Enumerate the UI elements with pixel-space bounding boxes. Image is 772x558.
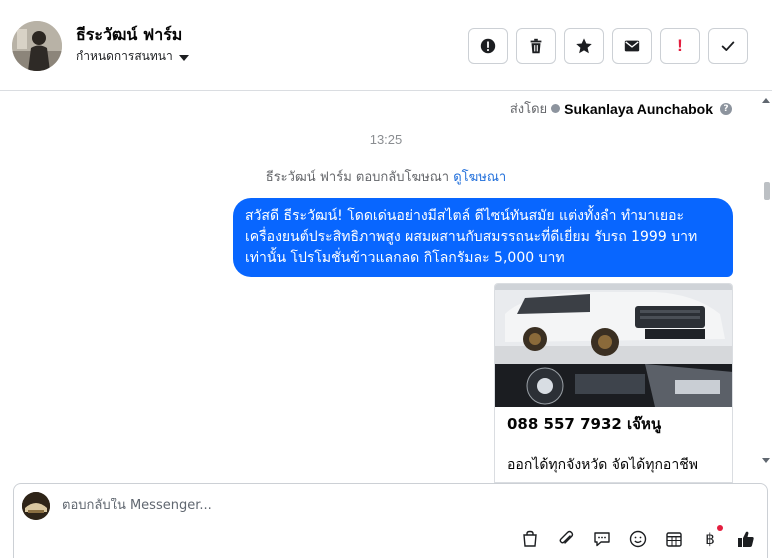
check-icon [721,41,735,51]
mark-unread-button[interactable] [612,28,652,64]
appointment-button[interactable] [663,528,685,550]
schedule-label: กำหนดการสนทนา [76,49,173,63]
like-button[interactable] [735,528,757,550]
emoji-icon [629,530,647,548]
ad-phone-number: 088 557 7932 เจ๊หนู [507,415,662,433]
star-button[interactable] [564,28,604,64]
chat-bubble-icon [594,532,610,547]
paperclip-icon [559,530,574,544]
star-icon [576,38,592,54]
sender-name: Sukanlaya Aunchabok [564,100,713,117]
page-avatar[interactable] [12,21,62,71]
ad-reply-notice: ธีระวัฒน์ ฟาร์ม ตอบกลับโฆษณา ดูโฆษณา [0,166,772,187]
view-ad-link[interactable]: ดูโฆษณา [453,170,506,185]
envelope-icon [624,40,640,52]
caret-down-icon [178,54,189,61]
composer-avatar [22,492,50,520]
baht-icon: ฿ [705,531,715,548]
ad-preview-card[interactable]: 088 557 7932 เจ๊หนู ออกได้ทุกจังหวัด จัด… [494,283,733,483]
alert-mark: ! [677,36,683,55]
conversation-title: ธีระวัฒน์ ฟาร์ม [76,25,183,44]
scroll-down-arrow-icon[interactable] [762,458,770,463]
emoji-button[interactable] [627,528,649,550]
message-composer: ฿ [13,483,768,558]
sent-by-label: ส่งโดย [509,102,548,117]
scroll-up-arrow-icon[interactable] [762,98,770,103]
sent-by-info: ส่งโดย Sukanlaya Aunchabok ? [510,98,732,119]
schedule-dropdown[interactable]: กำหนดการสนทนา [76,47,189,66]
message-timestamp: 13:25 [369,132,403,147]
exclamation-circle-icon [480,38,496,54]
ad-description: ออกได้ทุกจังหวัด จัดได้ทุกอาชีพ [507,457,698,473]
thumbs-up-icon [738,531,754,547]
conversation-toolbar: ! [468,28,748,64]
payment-button[interactable]: ฿ [699,525,723,550]
ad-reply-text: ธีระวัฒน์ ฟาร์ม ตอบกลับโฆษณา [265,170,450,185]
calendar-icon [666,532,682,547]
shop-button[interactable] [519,528,541,550]
trash-icon [530,38,542,54]
outgoing-message-bubble: สวัสดี ธีระวัฒน์! โดดเด่นอย่างมีสไตล์ ดี… [233,198,733,277]
ad-image [495,284,732,407]
attach-button[interactable] [555,528,577,550]
mark-done-button[interactable] [708,28,748,64]
composer-toolbar: ฿ [519,525,757,550]
delete-button[interactable] [516,28,556,64]
report-spam-button[interactable] [468,28,508,64]
reply-input[interactable] [62,498,512,513]
flag-button[interactable]: ! [660,28,700,64]
saved-replies-button[interactable] [591,528,613,550]
verified-dot-icon [551,104,561,113]
notification-dot [717,525,723,531]
bag-icon [523,530,537,547]
conversation-header: ธีระวัฒน์ ฟาร์ม กำหนดการสนทนา ! [0,0,772,91]
help-icon[interactable]: ? [720,102,732,115]
